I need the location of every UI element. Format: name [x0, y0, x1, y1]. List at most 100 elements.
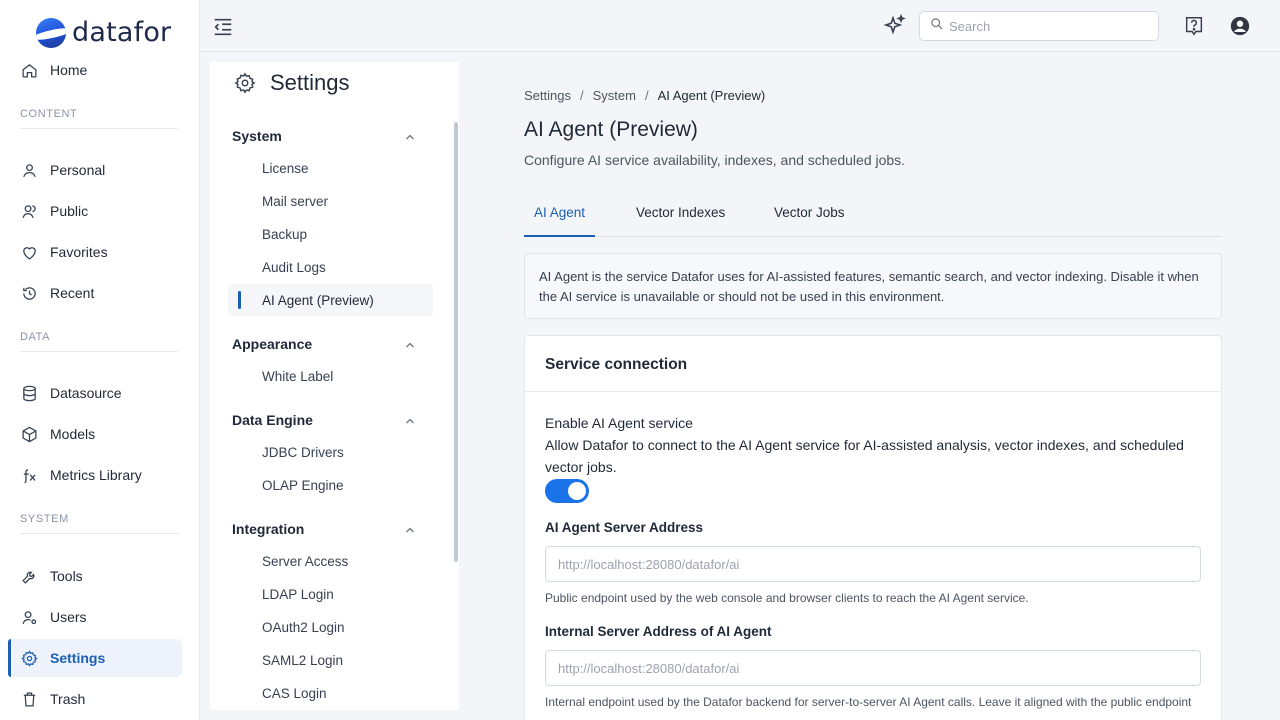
breadcrumb-separator: / — [579, 88, 584, 103]
nav-label: Models — [50, 426, 96, 442]
nav-section-data: DATA — [20, 331, 178, 352]
search-box[interactable] — [919, 11, 1159, 41]
enable-service-label: Enable AI Agent service — [545, 415, 693, 431]
settings-item-ldap-login[interactable]: LDAP Login — [262, 587, 334, 602]
settings-item-saml2-login[interactable]: SAML2 Login — [262, 653, 343, 668]
settings-item-audit-logs[interactable]: Audit Logs — [262, 260, 326, 275]
home-icon — [21, 62, 38, 79]
nav-item-favorites[interactable]: Favorites — [8, 233, 182, 271]
user-account-icon[interactable] — [1229, 15, 1251, 37]
left-navigation: datafor Home CONTENT Personal Public Fav… — [0, 0, 200, 720]
search-input[interactable] — [949, 18, 1149, 34]
group-label: Appearance — [232, 336, 313, 352]
nav-item-public[interactable]: Public — [8, 192, 182, 230]
settings-item-oauth2-login[interactable]: OAuth2 Login — [262, 620, 345, 635]
nav-label: Settings — [50, 650, 106, 666]
nav-item-datasource[interactable]: Datasource — [8, 374, 182, 412]
nav-label: Users — [50, 609, 87, 625]
nav-label: Datasource — [50, 385, 122, 401]
internal-address-input[interactable] — [545, 650, 1201, 686]
nav-item-personal[interactable]: Personal — [8, 151, 182, 189]
internal-address-label: Internal Server Address of AI Agent — [545, 624, 772, 639]
public-users-icon — [21, 203, 38, 220]
settings-item-jdbc-drivers[interactable]: JDBC Drivers — [262, 445, 344, 460]
server-address-label: AI Agent Server Address — [545, 520, 704, 535]
nav-label: Personal — [50, 162, 106, 178]
nav-label: Recent — [50, 285, 95, 301]
user-settings-icon — [21, 609, 38, 626]
help-icon[interactable] — [1183, 15, 1205, 37]
breadcrumb-current: AI Agent (Preview) — [657, 88, 766, 103]
settings-item-olap-engine[interactable]: OLAP Engine — [262, 478, 344, 493]
nav-item-trash[interactable]: Trash — [8, 680, 182, 718]
enable-service-toggle[interactable] — [545, 479, 589, 503]
nav-item-tools[interactable]: Tools — [8, 557, 182, 595]
tab-bar: AI Agent Vector Indexes Vector Jobs — [524, 202, 1222, 237]
gear-icon — [234, 72, 256, 94]
settings-item-license[interactable]: License — [262, 161, 309, 176]
nav-label: Tools — [50, 568, 83, 584]
settings-item-mail-server[interactable]: Mail server — [262, 194, 328, 209]
info-box: AI Agent is the service Datafor uses for… — [524, 253, 1222, 319]
settings-header: Settings — [234, 70, 350, 96]
breadcrumb: Settings / System / AI Agent (Preview) — [524, 88, 765, 103]
enable-service-description: Allow Datafor to connect to the AI Agent… — [545, 437, 1184, 475]
database-icon — [21, 385, 38, 402]
brand-name: datafor — [72, 17, 172, 48]
nav-label: Favorites — [50, 244, 108, 260]
nav-item-settings[interactable]: Settings — [8, 639, 182, 677]
nav-label: Metrics Library — [50, 467, 142, 483]
cube-icon — [21, 426, 38, 443]
settings-scrollbar[interactable] — [454, 122, 458, 562]
settings-item-white-label[interactable]: White Label — [262, 369, 333, 384]
group-data-engine[interactable]: Data Engine — [232, 412, 416, 428]
nav-label: Home — [50, 62, 88, 78]
gear-icon — [21, 649, 38, 667]
heart-icon — [21, 244, 38, 261]
nav-label: Public — [50, 203, 89, 219]
top-bar — [200, 0, 1280, 52]
history-icon — [21, 285, 38, 302]
function-fx-icon — [21, 467, 38, 484]
chevron-up-icon — [404, 523, 416, 535]
settings-item-ai-agent[interactable]: AI Agent (Preview) — [262, 293, 374, 308]
chevron-up-icon — [404, 414, 416, 426]
group-integration[interactable]: Integration — [232, 521, 416, 537]
group-system[interactable]: System — [232, 128, 416, 144]
nav-item-metrics-library[interactable]: Metrics Library — [8, 456, 182, 494]
nav-item-models[interactable]: Models — [8, 415, 182, 453]
server-address-help: Public endpoint used by the web console … — [545, 591, 1029, 605]
settings-title: Settings — [270, 70, 350, 95]
page-description: Configure AI service availability, index… — [524, 152, 906, 168]
brand-logo[interactable]: datafor — [36, 17, 171, 48]
internal-address-help: Internal endpoint used by the Datafor ba… — [545, 695, 1192, 709]
nav-item-home[interactable]: Home — [8, 56, 182, 89]
tab-vector-jobs[interactable]: Vector Jobs — [774, 205, 845, 237]
settings-item-server-access[interactable]: Server Access — [262, 554, 348, 569]
wrench-icon — [21, 568, 38, 585]
breadcrumb-settings[interactable]: Settings — [524, 88, 571, 103]
breadcrumb-separator: / — [644, 88, 649, 103]
main-content: Settings / System / AI Agent (Preview) A… — [460, 52, 1280, 720]
search-icon — [930, 17, 943, 35]
settings-panel: Settings System License Mail server Back… — [210, 62, 459, 710]
breadcrumb-system[interactable]: System — [593, 88, 636, 103]
group-label: System — [232, 128, 282, 144]
page-title: AI Agent (Preview) — [524, 118, 698, 141]
service-connection-card: Service connection Enable AI Agent servi… — [524, 335, 1222, 720]
settings-item-cas-login[interactable]: CAS Login — [262, 686, 327, 701]
nav-item-recent[interactable]: Recent — [8, 274, 182, 312]
tab-ai-agent[interactable]: AI Agent — [524, 205, 596, 237]
group-appearance[interactable]: Appearance — [232, 336, 416, 352]
settings-item-backup[interactable]: Backup — [262, 227, 307, 242]
nav-section-content: CONTENT — [20, 108, 178, 129]
chevron-up-icon — [404, 130, 416, 142]
datafor-logo-icon — [36, 17, 66, 48]
nav-item-users[interactable]: Users — [8, 598, 182, 636]
server-address-input[interactable] — [545, 546, 1201, 582]
trash-icon — [21, 691, 38, 708]
collapse-sidebar-icon[interactable] — [212, 16, 234, 38]
nav-scroll-area: Home CONTENT Personal Public Favorites R… — [0, 56, 199, 720]
ai-sparkle-icon[interactable] — [883, 13, 907, 38]
tab-vector-indexes[interactable]: Vector Indexes — [636, 205, 725, 237]
